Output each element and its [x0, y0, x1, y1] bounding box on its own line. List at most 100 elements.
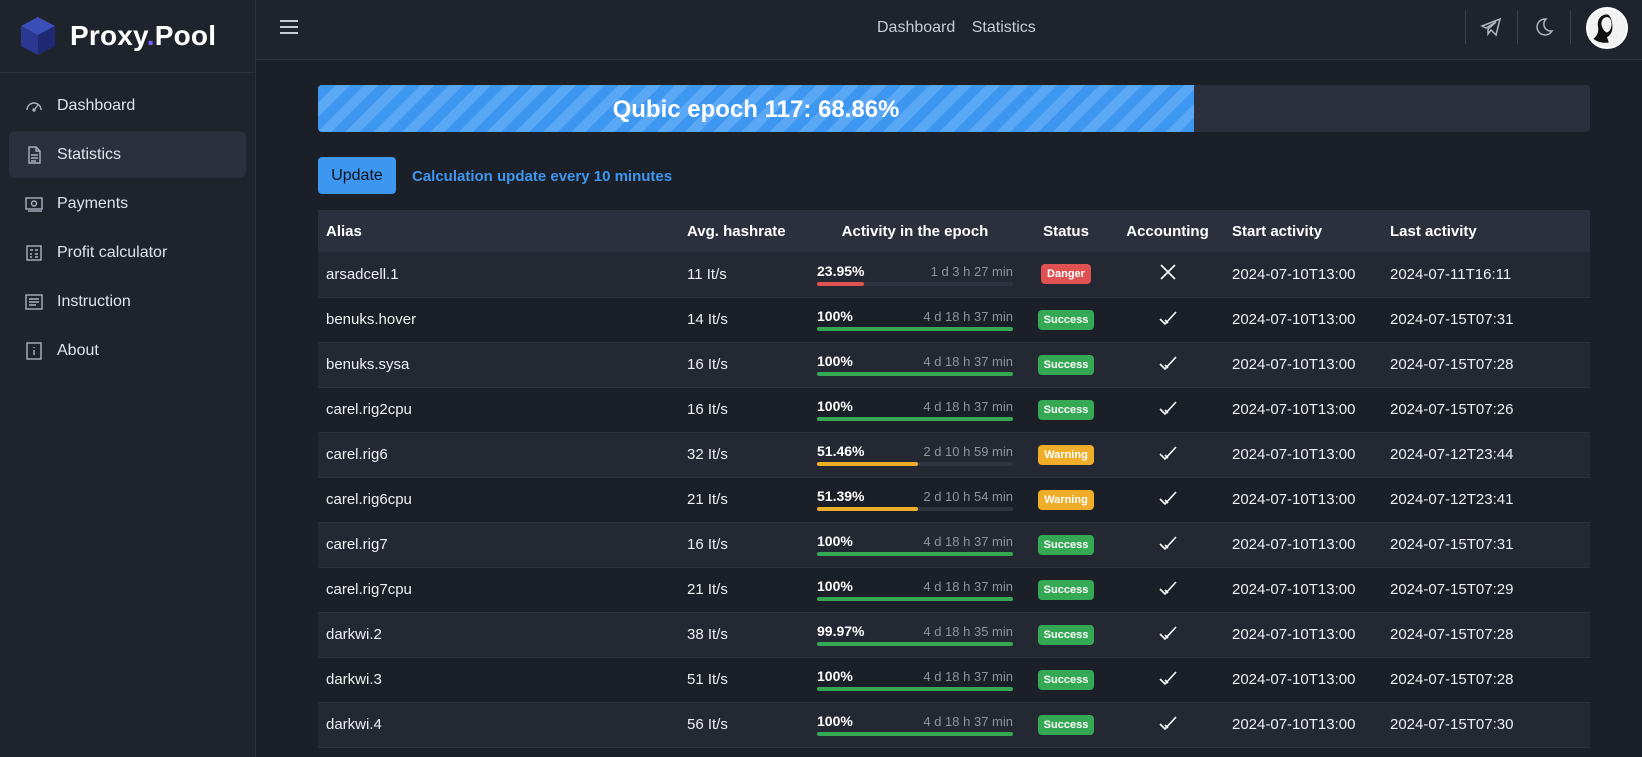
activity-duration: 2 d 10 h 54 min: [923, 489, 1013, 504]
cell-activity: 51.46% 2 d 10 h 59 min: [809, 432, 1021, 477]
table-header-row: Alias Avg. hashrate Activity in the epoc…: [318, 210, 1590, 252]
col-accounting[interactable]: Accounting: [1111, 210, 1224, 252]
cell-accounting: [1111, 657, 1224, 702]
activity-bar-fill: [817, 327, 1013, 331]
activity-duration: 4 d 18 h 37 min: [923, 354, 1013, 369]
cell-start-activity: 2024-07-10T13:00: [1232, 356, 1356, 373]
sidebar-item-profit-calculator[interactable]: Profit calculator: [9, 229, 246, 276]
table-row[interactable]: carel.rig7 16 It/s 100% 4 d 18 h 37 min Succ…: [318, 522, 1590, 567]
sidebar-item-label: Dashboard: [57, 96, 136, 114]
top-link-dashboard[interactable]: Dashboard: [877, 19, 955, 36]
activity-duration: 4 d 18 h 37 min: [923, 579, 1013, 594]
cell-start-activity: 2024-07-10T13:00: [1232, 265, 1356, 283]
cell-last-activity: 2024-07-11T16:11: [1390, 265, 1512, 283]
cell-start-activity: 2024-07-10T13:00: [1232, 581, 1356, 598]
sidebar-item-payments[interactable]: Payments: [9, 180, 246, 227]
col-activity[interactable]: Activity in the epoch: [809, 210, 1021, 252]
activity-percent: 99.97%: [817, 623, 865, 639]
table-row[interactable]: darkwi.3 51 It/s 100% 4 d 18 h 37 min Succes…: [318, 657, 1590, 702]
sidebar-item-instruction[interactable]: Instruction: [9, 278, 246, 325]
cell-hashrate: 16 It/s: [687, 401, 728, 418]
moon-icon[interactable]: [1532, 16, 1554, 38]
cell-start-activity: 2024-07-10T13:00: [1232, 671, 1356, 688]
table-body: arsadcell.1 11 It/s 23.95% 1 d 3 h 27 min Da…: [318, 252, 1590, 747]
divider: [1517, 10, 1518, 44]
cell-activity: 100% 4 d 18 h 37 min: [809, 522, 1021, 567]
table-row[interactable]: darkwi.4 56 It/s 100% 4 d 18 h 37 min Succes…: [318, 702, 1590, 747]
cell-alias: carel.rig7: [326, 536, 388, 553]
cell-activity: 51.39% 2 d 10 h 54 min: [809, 477, 1021, 522]
cell-accounting: [1111, 432, 1224, 477]
table-row[interactable]: carel.rig7cpu 21 It/s 100% 4 d 18 h 37 min S…: [318, 567, 1590, 612]
activity-bar-fill: [817, 462, 918, 466]
cell-alias: benuks.sysa: [326, 356, 410, 373]
activity-duration: 1 d 3 h 27 min: [930, 263, 1013, 279]
activity-duration: 4 d 18 h 37 min: [923, 669, 1013, 684]
cell-alias: carel.rig2cpu: [326, 401, 412, 418]
status-badge: Success: [1037, 579, 1095, 600]
cell-start-activity: 2024-07-10T13:00: [1232, 626, 1356, 643]
table-row[interactable]: carel.rig6cpu 21 It/s 51.39% 2 d 10 h 54 mi…: [318, 477, 1590, 522]
activity-bar-fill: [817, 372, 1013, 376]
activity-percent: 51.46%: [817, 443, 865, 459]
miners-table: Alias Avg. hashrate Activity in the epoc…: [318, 210, 1590, 748]
check-icon: [1158, 310, 1178, 332]
col-hashrate[interactable]: Avg. hashrate: [679, 210, 809, 252]
avatar[interactable]: [1586, 7, 1628, 49]
cell-hashrate: 14 It/s: [687, 311, 728, 328]
col-alias[interactable]: Alias: [318, 210, 679, 252]
activity-percent: 100%: [817, 398, 853, 414]
divider: [1570, 10, 1571, 44]
activity-bar: [817, 281, 1013, 286]
table-row[interactable]: carel.rig2cpu 16 It/s 100% 4 d 18 h 37 min S…: [318, 387, 1590, 432]
cell-activity: 100% 4 d 18 h 37 min: [809, 387, 1021, 432]
update-button[interactable]: Update: [318, 157, 396, 194]
cell-activity: 100% 4 d 18 h 37 min: [809, 342, 1021, 387]
list-icon: [24, 292, 44, 312]
check-icon: [1158, 490, 1178, 512]
cell-hashrate: 16 It/s: [687, 356, 728, 373]
activity-percent: 51.39%: [817, 488, 865, 504]
cell-accounting: [1111, 522, 1224, 567]
cell-hashrate: 38 It/s: [687, 626, 728, 643]
cell-start-activity: 2024-07-10T13:00: [1232, 446, 1356, 463]
telegram-icon[interactable]: [1480, 16, 1502, 38]
cell-status: Success: [1021, 297, 1111, 342]
cell-alias: carel.rig7cpu: [326, 581, 412, 598]
table-row[interactable]: carel.rig6 32 It/s 51.46% 2 d 10 h 59 min Wa…: [318, 432, 1590, 477]
sidebar-item-dashboard[interactable]: Dashboard: [9, 82, 246, 129]
cell-hashrate: 16 It/s: [687, 536, 728, 553]
col-start-activity[interactable]: Start activity: [1224, 210, 1382, 252]
table-row[interactable]: arsadcell.1 11 It/s 23.95% 1 d 3 h 27 min Da…: [318, 252, 1590, 297]
status-badge: Success: [1037, 624, 1095, 645]
cell-hashrate: 51 It/s: [687, 671, 728, 688]
cell-alias: carel.rig6cpu: [326, 491, 412, 508]
status-badge: Success: [1037, 669, 1095, 690]
cell-last-activity: 2024-07-15T07:28: [1390, 626, 1514, 643]
activity-percent: 100%: [817, 353, 853, 369]
cell-start-activity: 2024-07-10T13:00: [1232, 491, 1356, 508]
sidebar-item-statistics[interactable]: Statistics: [9, 131, 246, 178]
check-icon: [1158, 580, 1178, 602]
table-row[interactable]: benuks.sysa 16 It/s 100% 4 d 18 h 37 min Suc…: [318, 342, 1590, 387]
cell-last-activity: 2024-07-15T07:30: [1390, 716, 1514, 733]
sidebar-item-label: Profit calculator: [57, 243, 168, 261]
cell-activity: 100% 4 d 18 h 37 min: [809, 702, 1021, 747]
col-last-activity[interactable]: Last activity: [1382, 210, 1590, 252]
check-icon: [1158, 625, 1178, 647]
table-row[interactable]: benuks.hover 14 It/s 100% 4 d 18 h 37 min Su…: [318, 297, 1590, 342]
menu-icon[interactable]: [280, 20, 298, 38]
cell-alias: darkwi.4: [326, 716, 382, 733]
table-row[interactable]: darkwi.2 38 It/s 99.97% 4 d 18 h 35 min Succ…: [318, 612, 1590, 657]
cell-start-activity: 2024-07-10T13:00: [1232, 536, 1356, 553]
top-link-statistics[interactable]: Statistics: [972, 19, 1036, 36]
cell-accounting: [1111, 567, 1224, 612]
sidebar-item-about[interactable]: About: [9, 327, 246, 374]
info-icon: [24, 341, 44, 361]
status-badge: Warning: [1038, 444, 1094, 465]
cell-hashrate: 21 It/s: [687, 491, 728, 508]
cell-status: Success: [1021, 657, 1111, 702]
col-status[interactable]: Status: [1021, 210, 1111, 252]
epoch-progress-label: Qubic epoch 117: 68.86%: [612, 96, 900, 123]
brand[interactable]: Proxy.Pool: [0, 0, 255, 73]
